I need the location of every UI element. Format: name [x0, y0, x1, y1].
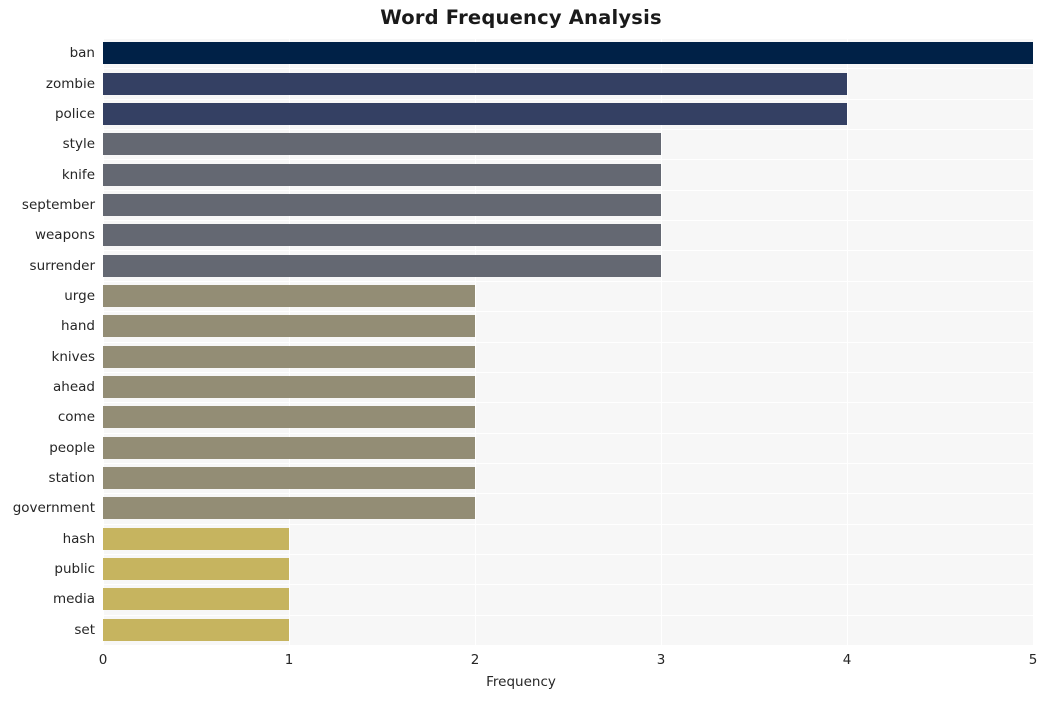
y-tick-label: knife [61, 166, 95, 183]
bar [103, 163, 661, 186]
bar [103, 72, 847, 95]
bar [103, 345, 475, 368]
x-tick-label: 2 [470, 652, 480, 668]
bar [103, 133, 661, 156]
bar [103, 497, 475, 520]
x-tick-label: 0 [98, 652, 108, 668]
y-tick-label: september [21, 196, 95, 213]
bar [103, 193, 661, 216]
bar [103, 436, 475, 459]
x-axis: 0 1 2 3 4 5 [99, 645, 1038, 675]
y-tick-label: come [57, 409, 95, 426]
y-tick-label: urge [64, 287, 95, 304]
y-tick-label: ban [69, 45, 95, 62]
x-axis-title: Frequency [486, 674, 556, 690]
y-tick-label: hash [62, 530, 95, 547]
y-tick-label: ahead [53, 379, 95, 396]
bar [103, 102, 847, 125]
bar [103, 406, 475, 429]
x-tick-label: 1 [284, 652, 294, 668]
y-tick-label: knives [51, 348, 95, 365]
bar [103, 558, 289, 581]
y-tick-label: people [49, 439, 95, 456]
y-tick-label: set [74, 621, 95, 638]
y-tick-label: government [12, 500, 95, 517]
bar [103, 376, 475, 399]
bar [103, 42, 1033, 65]
y-tick-label: public [54, 561, 95, 578]
y-tick-label: station [48, 470, 95, 487]
word-frequency-chart: Word Frequency Analysis ban zombie police s… [0, 0, 1042, 701]
y-tick-label: police [54, 105, 95, 122]
plot-area [103, 38, 1034, 646]
bar [103, 224, 661, 247]
y-tick-label: style [62, 136, 95, 153]
bar [103, 315, 475, 338]
gridline-vertical [1033, 38, 1034, 645]
bar [103, 527, 289, 550]
y-axis: ban zombie police style knife september weapon… [0, 38, 95, 645]
bar [103, 618, 289, 641]
bar [103, 588, 289, 611]
chart-title: Word Frequency Analysis [380, 6, 662, 29]
y-tick-label: media [52, 591, 95, 608]
x-tick-label: 3 [656, 652, 666, 668]
x-tick-label: 5 [1028, 652, 1038, 668]
y-tick-label: hand [61, 318, 95, 335]
bar [103, 284, 475, 307]
y-tick-label: zombie [45, 75, 95, 92]
bar [103, 467, 475, 490]
y-tick-label: surrender [29, 257, 95, 274]
bars-layer [103, 38, 1033, 645]
x-tick-label: 4 [842, 652, 852, 668]
bar [103, 254, 661, 277]
y-tick-label: weapons [34, 227, 95, 244]
